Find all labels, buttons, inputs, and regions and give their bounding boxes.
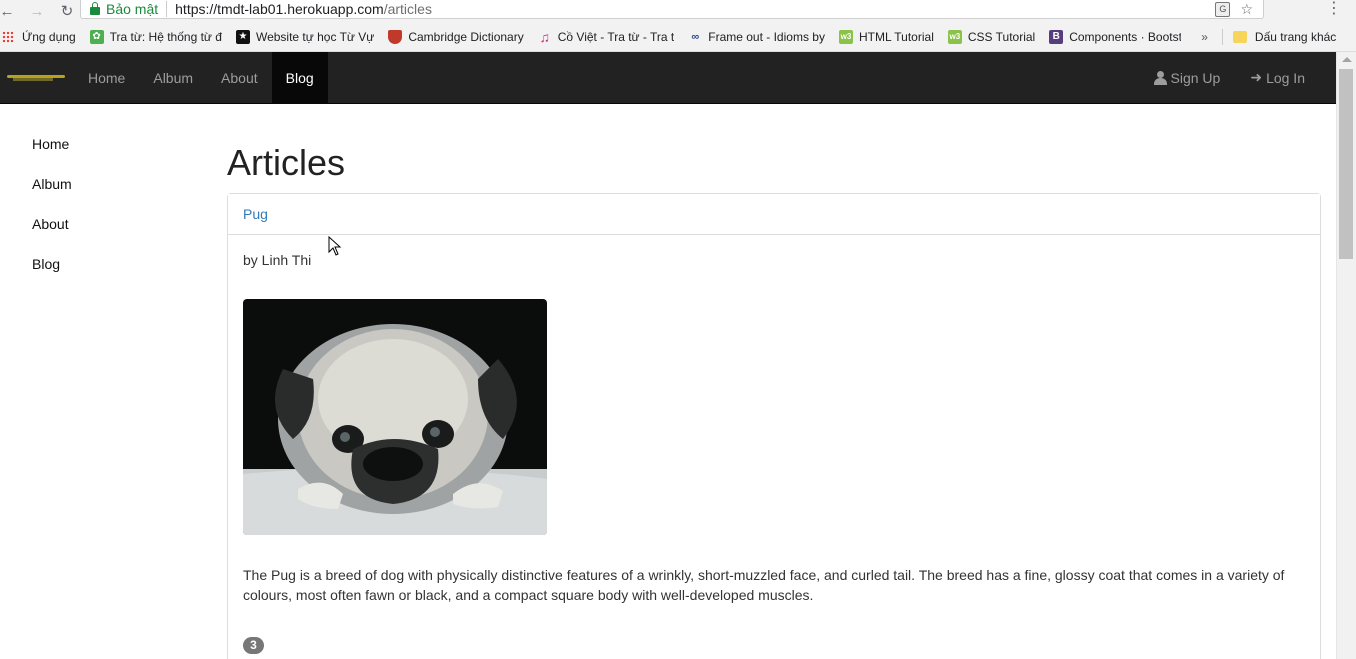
w3-icon: w3 xyxy=(947,29,962,44)
music-note-icon: ♫ xyxy=(539,28,550,45)
article-title-link[interactable]: Pug xyxy=(243,206,268,222)
nav-about[interactable]: About xyxy=(207,52,272,103)
article-description: The Pug is a breed of dog with physicall… xyxy=(243,567,1285,603)
sidebar-item-album[interactable]: Album xyxy=(32,172,72,212)
forward-icon[interactable]: → xyxy=(26,1,48,21)
star-icon: ★ xyxy=(235,29,250,44)
url-path: /articles xyxy=(383,1,432,17)
signup-link[interactable]: Sign Up xyxy=(1139,52,1236,103)
user-icon xyxy=(1153,70,1167,85)
bookmark-apps[interactable]: Ứng dụng xyxy=(0,30,76,44)
log-in-icon: ➜ xyxy=(1250,69,1263,85)
page-scrollbar[interactable] xyxy=(1336,52,1356,659)
bookmarks-bar: Ứng dụng ✿ Tra từ: Hệ thống từ đ ★ Websi… xyxy=(0,22,1356,52)
article-heading: Pug xyxy=(228,194,1320,235)
secure-label: Bảo mật xyxy=(106,1,159,17)
idioms-icon: ∞ xyxy=(691,30,700,43)
article-panel: Pug by Linh Thi The Pug is a breed of do… xyxy=(227,193,1321,659)
url-host: https://tmdt-lab01.herokuapp.com xyxy=(175,1,384,17)
bookmark-item[interactable]: ✿ Tra từ: Hệ thống từ đ xyxy=(89,29,222,44)
brand-logo[interactable] xyxy=(0,52,74,103)
leaf-icon: ✿ xyxy=(89,29,104,44)
page-title: Articles xyxy=(227,142,346,183)
apps-grid-icon xyxy=(2,30,14,43)
scroll-thumb[interactable] xyxy=(1339,69,1353,259)
translate-icon[interactable]: G xyxy=(1215,2,1231,17)
reload-icon[interactable]: ↻ xyxy=(56,1,78,21)
article-author: by Linh Thi xyxy=(243,252,312,268)
bookmark-star-icon[interactable]: ☆ xyxy=(1240,1,1253,18)
bookmark-item[interactable]: ★ Website tự học Từ Vự xyxy=(235,29,374,44)
sidebar-item-home[interactable]: Home xyxy=(32,132,72,172)
nav-blog[interactable]: Blog xyxy=(271,52,328,103)
bookmark-item[interactable]: B Components · Bootstr xyxy=(1049,29,1181,44)
nav-album[interactable]: Album xyxy=(139,52,207,103)
shield-icon xyxy=(388,29,403,44)
pug-image xyxy=(243,299,547,535)
bookmark-item[interactable]: ∞ Frame out - Idioms by xyxy=(688,30,825,44)
article-body: by Linh Thi The Pug is a breed of dog wi… xyxy=(228,235,1320,659)
sidebar-item-about[interactable]: About xyxy=(32,212,72,252)
browser-menu-icon[interactable]: ⋮ xyxy=(1326,0,1342,18)
main-content: Articles Pug by Linh Thi The Pug is a br… xyxy=(227,140,1321,659)
folder-icon xyxy=(1232,30,1247,43)
bookmark-item[interactable]: w3 CSS Tutorial xyxy=(947,29,1035,44)
address-bar[interactable]: Bảo mật https://tmdt-lab01.herokuapp.com… xyxy=(80,0,1264,19)
login-link[interactable]: ➜ Log In xyxy=(1235,52,1320,103)
other-bookmarks-folder[interactable]: Dấu trang khác xyxy=(1232,30,1336,44)
more-bookmarks-button[interactable]: » xyxy=(1201,30,1208,44)
sidebar: Home Album About Blog xyxy=(32,132,72,292)
bookmark-item[interactable]: Cambridge Dictionary xyxy=(388,29,524,44)
bootstrap-icon: B xyxy=(1049,29,1064,44)
comment-count-badge: 3 xyxy=(243,637,264,654)
nav-home[interactable]: Home xyxy=(74,52,139,103)
sidebar-item-blog[interactable]: Blog xyxy=(32,252,72,292)
lock-icon xyxy=(90,2,100,15)
logo-icon xyxy=(7,73,65,83)
scroll-up-icon[interactable] xyxy=(1342,57,1352,62)
browser-toolbar: ← → ↻ Bảo mật https://tmdt-lab01.herokua… xyxy=(0,0,1356,22)
bookmark-item[interactable]: ♫ Cồ Việt - Tra từ - Tra t xyxy=(538,28,674,45)
site-navbar: Home Album About Blog Sign Up ➜ Log In xyxy=(0,52,1336,104)
bookmark-item[interactable]: w3 HTML Tutorial xyxy=(838,29,934,44)
back-icon[interactable]: ← xyxy=(0,1,15,21)
mouse-cursor-icon xyxy=(328,236,342,256)
w3-icon: w3 xyxy=(838,29,853,44)
